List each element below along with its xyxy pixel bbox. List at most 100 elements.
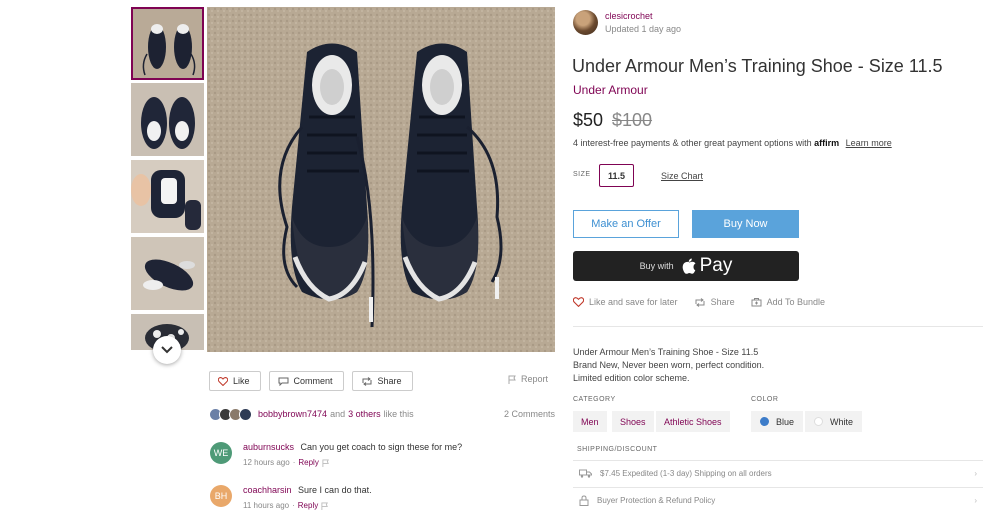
affirm-text: 4 interest-free payments & other great p… — [573, 138, 812, 148]
affirm-payment-info: 4 interest-free payments & other great p… — [573, 138, 892, 148]
report-link[interactable]: Report — [508, 374, 548, 384]
comment-time: 11 hours ago — [243, 501, 290, 510]
thumbnail-3[interactable] — [131, 160, 204, 233]
learn-more-link[interactable]: Learn more — [846, 138, 892, 148]
color-name: Blue — [776, 416, 795, 427]
thumbnail-4[interactable] — [131, 237, 204, 310]
heart-icon — [573, 297, 584, 307]
shipping-label: SHIPPING/DISCOUNT — [577, 446, 658, 453]
apple-pay-button[interactable]: Buy with Pay — [573, 251, 799, 281]
add-to-bundle-button[interactable]: Add To Bundle — [751, 297, 825, 307]
color-tag-white[interactable]: White — [805, 411, 863, 432]
likes-summary: bobbybrown7474 and 3 others like this 2 … — [209, 406, 555, 422]
thumbnail-strip — [131, 7, 205, 350]
avatar[interactable]: WE — [210, 442, 232, 464]
description-line: Under Armour Men’s Training Shoe - Size … — [573, 347, 759, 357]
comment-text: Can you get coach to sign these for me? — [300, 442, 463, 452]
thumbnail-1[interactable] — [131, 7, 204, 80]
thumbnail-scroll-down-button[interactable] — [153, 336, 181, 364]
comment-icon — [278, 377, 289, 386]
original-price: $100 — [612, 110, 653, 130]
listing-updated-time: Updated 1 day ago — [605, 24, 682, 34]
liker-username[interactable]: bobbybrown7474 — [258, 409, 327, 419]
share-label: Share — [710, 297, 735, 307]
thumbnail-3-image — [131, 160, 204, 233]
category-tag-shoes[interactable]: Shoes — [612, 411, 654, 432]
brand-link[interactable]: Under Armour — [573, 83, 648, 97]
share-icon — [695, 297, 705, 307]
reply-link[interactable]: Reply — [298, 458, 318, 467]
flag-icon[interactable] — [322, 458, 330, 467]
size-option[interactable]: 11.5 — [599, 164, 634, 187]
affirm-logo: affirm — [814, 138, 840, 148]
comment-label: Comment — [293, 376, 333, 386]
description-line: Brand New, Never been worn, perfect cond… — [573, 360, 765, 370]
price: $50 — [573, 110, 604, 130]
apple-icon — [682, 258, 696, 274]
comment-meta: 12 hours ago · Reply — [243, 458, 330, 467]
lock-icon — [579, 495, 589, 506]
thumbnail-4-image — [131, 237, 204, 310]
truck-icon — [579, 469, 592, 478]
flag-icon[interactable] — [321, 501, 329, 510]
chevron-right-icon: › — [974, 496, 977, 505]
seller-avatar[interactable] — [573, 10, 598, 35]
comment-meta: 11 hours ago · Reply — [243, 501, 329, 510]
and-text: and — [330, 409, 346, 419]
chevron-down-icon — [161, 346, 173, 354]
share-listing-button[interactable]: Share — [694, 297, 735, 307]
buy-now-button[interactable]: Buy Now — [692, 210, 799, 238]
liker-avatars[interactable] — [209, 407, 252, 421]
like-this-text: like this — [383, 409, 414, 419]
size-chart-link[interactable]: Size Chart — [661, 171, 703, 181]
like-save-button[interactable]: Like and save for later — [573, 297, 678, 307]
comment-time: 12 hours ago — [243, 458, 290, 467]
separator: · — [292, 501, 295, 510]
others-link[interactable]: 3 others — [348, 409, 381, 419]
like-button[interactable]: Like — [209, 371, 261, 391]
color-swatch — [814, 417, 823, 426]
like-label: Like — [233, 376, 250, 386]
color-swatch — [760, 417, 769, 426]
color-name: White — [830, 416, 854, 427]
thumbnail-2-image — [131, 83, 204, 156]
buyer-protection-row[interactable]: Buyer Protection & Refund Policy › — [573, 487, 983, 513]
main-product-photo[interactable] — [207, 7, 555, 352]
flag-icon — [508, 375, 516, 384]
thumbnail-1-image — [133, 9, 202, 78]
avatar — [239, 407, 252, 421]
shipping-text: $7.45 Expedited (1-3 day) Shipping on al… — [600, 469, 772, 478]
comment-username[interactable]: coachharsin — [243, 485, 292, 495]
share-button[interactable]: Share — [351, 371, 413, 391]
comment-button[interactable]: Comment — [268, 371, 344, 391]
apple-pay-label: Pay — [699, 255, 733, 276]
thumbnail-2[interactable] — [131, 83, 204, 156]
comment-line: auburnsucks Can you get coach to sign th… — [243, 442, 462, 452]
comment-username[interactable]: auburnsucks — [243, 442, 294, 452]
product-photo-image — [207, 7, 555, 352]
bundle-label: Add To Bundle — [766, 297, 825, 307]
separator: · — [292, 458, 296, 467]
protection-text: Buyer Protection & Refund Policy — [597, 496, 716, 505]
size-label: SIZE — [573, 171, 591, 178]
shipping-option-row[interactable]: $7.45 Expedited (1-3 day) Shipping on al… — [573, 460, 983, 486]
heart-icon — [218, 376, 228, 386]
comment-text: Sure I can do that. — [298, 485, 372, 495]
listing-secondary-actions: Like and save for later Share Add To Bun… — [573, 297, 825, 307]
listing-title: Under Armour Men’s Training Shoe - Size … — [572, 56, 943, 76]
make-offer-button[interactable]: Make an Offer — [573, 210, 679, 238]
report-label: Report — [521, 374, 549, 384]
reply-link[interactable]: Reply — [298, 501, 318, 510]
share-label: Share — [377, 376, 402, 386]
color-label: COLOR — [751, 396, 779, 403]
category-label: CATEGORY — [573, 396, 616, 403]
listing-description: Under Armour Men’s Training Shoe - Size … — [573, 346, 764, 385]
color-tag-blue[interactable]: Blue — [751, 411, 804, 432]
avatar[interactable]: BH — [210, 485, 232, 507]
comment-count[interactable]: 2 Comments — [504, 409, 555, 419]
seller-username[interactable]: clesicrochet — [605, 11, 653, 21]
chevron-right-icon: › — [974, 469, 977, 478]
category-tag-athletic-shoes[interactable]: Athletic Shoes — [656, 411, 730, 432]
category-tag-men[interactable]: Men — [573, 411, 607, 432]
comment-line: coachharsin Sure I can do that. — [243, 485, 372, 495]
